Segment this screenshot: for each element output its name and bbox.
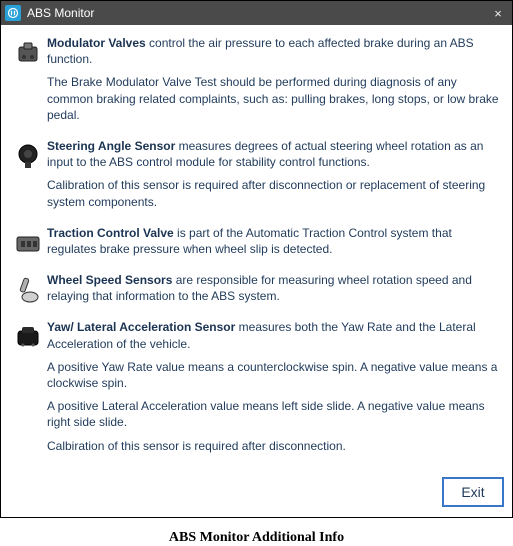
- section-text: A positive Yaw Rate value means a counte…: [47, 359, 504, 391]
- app-icon: [5, 5, 21, 21]
- section-yaw-lateral-sensor: Yaw/ Lateral Acceleration Sensor measure…: [9, 319, 504, 460]
- section-lead: Wheel Speed Sensors are responsible for …: [47, 272, 504, 304]
- section-steering-angle-sensor: Steering Angle Sensor measures degrees o…: [9, 138, 504, 217]
- section-lead: Yaw/ Lateral Acceleration Sensor measure…: [47, 319, 504, 351]
- section-text: The Brake Modulator Valve Test should be…: [47, 74, 504, 123]
- section-lead: Steering Angle Sensor measures degrees o…: [47, 138, 504, 170]
- close-button[interactable]: ×: [488, 6, 508, 21]
- section-lead: Traction Control Valve is part of the Au…: [47, 225, 504, 257]
- yaw-sensor-icon: [12, 321, 44, 353]
- wheel-speed-sensor-icon: [12, 274, 44, 306]
- dialog-window: ABS Monitor × Modulator Valves control t…: [0, 0, 513, 518]
- section-lead: Modulator Valves control the air pressur…: [47, 35, 504, 67]
- section-text: A positive Lateral Acceleration value me…: [47, 398, 504, 430]
- steering-sensor-icon: [12, 140, 44, 172]
- traction-valve-icon: [12, 227, 44, 259]
- section-text: Calbiration of this sensor is required a…: [47, 438, 504, 454]
- content-area: Modulator Valves control the air pressur…: [1, 25, 512, 471]
- modulator-valve-icon: [12, 37, 44, 69]
- section-traction-control-valve: Traction Control Valve is part of the Au…: [9, 225, 504, 264]
- window-title: ABS Monitor: [27, 6, 488, 20]
- button-row: Exit: [1, 471, 512, 517]
- section-wheel-speed-sensors: Wheel Speed Sensors are responsible for …: [9, 272, 504, 311]
- figure-caption: ABS Monitor Additional Info: [0, 530, 513, 546]
- titlebar: ABS Monitor ×: [1, 1, 512, 25]
- section-modulator-valves: Modulator Valves control the air pressur…: [9, 35, 504, 130]
- section-text: Calibration of this sensor is required a…: [47, 177, 504, 209]
- exit-button[interactable]: Exit: [442, 477, 504, 507]
